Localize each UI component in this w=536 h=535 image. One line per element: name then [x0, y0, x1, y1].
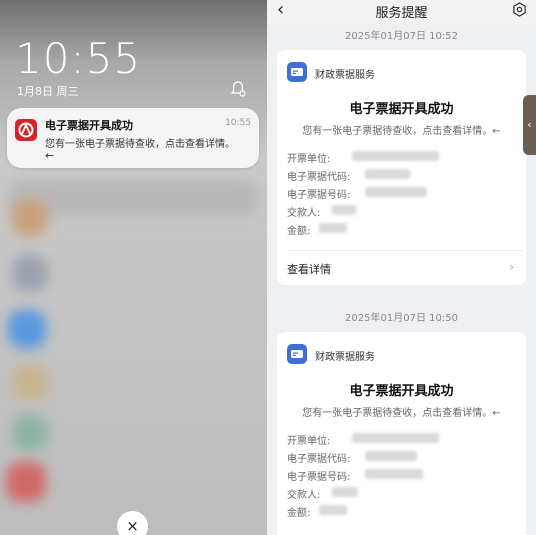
- message-card[interactable]: 财政票据服务 电子票据开具成功 您有一张电子票据待查收，点击查看详情。← 开票单…: [277, 332, 526, 535]
- notification-body: 您有一张电子票据待查收，点击查看详情。: [45, 139, 235, 150]
- blurred-bg-icon: [12, 200, 48, 236]
- field-label-amount: 金额:: [287, 226, 311, 237]
- redacted-value: [365, 469, 423, 479]
- blurred-bg-icon: [8, 310, 46, 348]
- notification-time: 10:55: [225, 118, 251, 128]
- message-timestamp: 2025年01月07日 10:50: [345, 313, 458, 324]
- notification-arrow: ←: [45, 149, 55, 162]
- service-name: 财政票据服务: [315, 352, 375, 363]
- divider: [287, 250, 522, 251]
- notification-title: 电子票据开具成功: [45, 119, 133, 132]
- redacted-value: [352, 433, 439, 443]
- redacted-value: [365, 451, 417, 461]
- railway-logo-icon: [18, 122, 34, 138]
- floating-side-tab[interactable]: ‹: [523, 95, 536, 155]
- settings-icon[interactable]: [512, 2, 527, 17]
- redacted-value: [332, 487, 358, 497]
- blurred-bg-row: [60, 375, 250, 393]
- card-title: 电子票据开具成功: [349, 102, 454, 117]
- blurred-bg-icon: [12, 255, 48, 291]
- field-label-code: 电子票据代码:: [287, 454, 351, 465]
- chevron-right-icon: ›: [509, 260, 514, 274]
- redacted-value: [319, 223, 347, 233]
- view-details-link[interactable]: 查看详情: [287, 261, 331, 277]
- blurred-bg-icon: [6, 462, 46, 502]
- lock-screen: 10:55 1月8日 周三 电子票据开具成功 10:55 您有一张电子票据待查收…: [0, 0, 267, 535]
- card-title: 电子票据开具成功: [349, 384, 454, 399]
- lock-date: 1月8日 周三: [17, 85, 79, 98]
- field-label-code: 电子票据代码:: [287, 172, 351, 183]
- message-card[interactable]: 财政票据服务 电子票据开具成功 您有一张电子票据待查收，点击查看详情。← 开票单…: [277, 50, 526, 285]
- ticket-service-icon: [287, 62, 307, 82]
- field-label-amount: 金额:: [287, 508, 311, 519]
- field-label-payer: 交款人:: [287, 490, 321, 501]
- page-title: 服务提醒: [375, 6, 428, 21]
- redacted-value: [332, 205, 356, 215]
- field-label-issuer: 开票单位:: [287, 154, 331, 165]
- app-icon: [15, 119, 37, 141]
- redacted-value: [319, 505, 347, 515]
- redacted-value: [365, 187, 427, 197]
- nav-bar: ‹ 服务提醒: [267, 0, 536, 24]
- field-label-payer: 交款人:: [287, 208, 321, 219]
- field-label-number: 电子票据号码:: [287, 472, 351, 483]
- notification-settings-icon[interactable]: [229, 80, 247, 98]
- redacted-value: [352, 151, 439, 161]
- field-label-issuer: 开票单位:: [287, 436, 331, 447]
- card-description: 您有一张电子票据待查收，点击查看详情。←: [302, 126, 501, 137]
- message-timestamp: 2025年01月07日 10:52: [345, 31, 458, 42]
- ticket-icon: [291, 350, 303, 358]
- close-button[interactable]: ×: [117, 511, 148, 535]
- ticket-icon: [291, 68, 303, 76]
- service-name: 财政票据服务: [315, 70, 375, 81]
- blurred-bg-row: [60, 265, 250, 283]
- field-label-number: 电子票据号码:: [287, 190, 351, 201]
- lock-clock: 10:55: [15, 34, 142, 83]
- service-notice-page: ‹ 服务提醒 2025年01月07日 10:52 财政票据服务 电子票据开具成功…: [267, 0, 536, 535]
- card-description: 您有一张电子票据待查收，点击查看详情。←: [302, 408, 501, 419]
- blurred-bg-icon: [12, 365, 48, 401]
- notification-card[interactable]: 电子票据开具成功 10:55 您有一张电子票据待查收，点击查看详情。 ←: [7, 108, 259, 168]
- ticket-service-icon: [287, 344, 307, 364]
- blurred-bg-icon: [12, 415, 48, 451]
- redacted-value: [365, 169, 410, 179]
